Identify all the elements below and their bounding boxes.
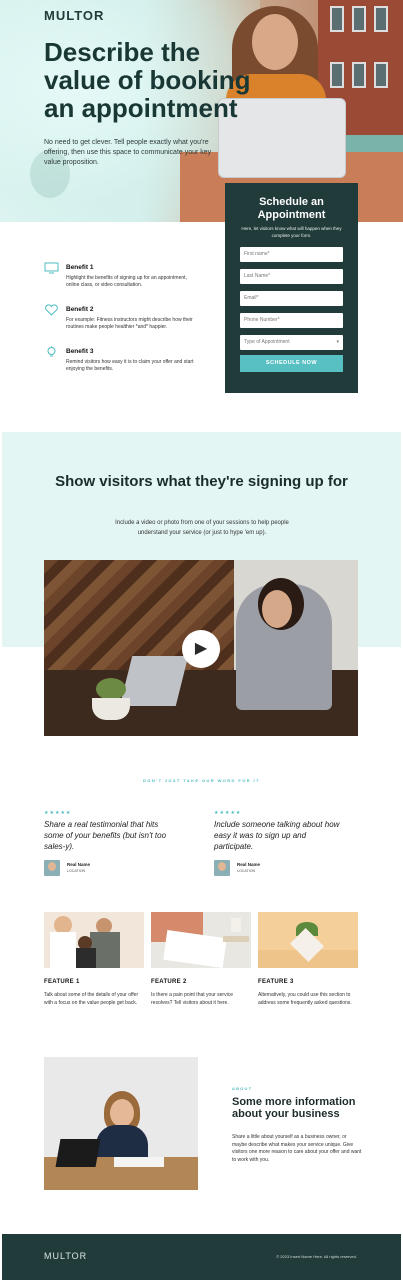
heart-icon bbox=[45, 304, 58, 316]
benefit-title: Benefit 3 bbox=[66, 348, 94, 355]
star-rating: ★★★★★ bbox=[44, 810, 72, 816]
feature-title: FEATURE 2 bbox=[151, 979, 187, 985]
show-title: Show visitors what they're signing up fo… bbox=[55, 473, 348, 490]
benefit-text: For example: Fitness instructors might d… bbox=[66, 317, 193, 330]
benefit-title: Benefit 2 bbox=[66, 306, 94, 313]
landing-page: MULTOR Describe the value of booking an … bbox=[0, 0, 403, 1280]
lightbulb-icon bbox=[47, 346, 56, 357]
chevron-down-icon: ▾ bbox=[336, 339, 339, 345]
footer: MULTOR © 2023 Insert Name Here. All righ… bbox=[2, 1234, 401, 1280]
benefit-text: Remind visitors how easy it is to claim … bbox=[66, 359, 194, 372]
testimonial-quote: Include someone talking about how easy i… bbox=[214, 820, 340, 851]
avatar bbox=[214, 860, 230, 876]
first-name-field[interactable]: First name* bbox=[240, 247, 343, 262]
feature-image bbox=[258, 912, 358, 968]
testimonials-kicker: DON'T JUST TAKE OUR WORD FOR IT bbox=[143, 778, 260, 783]
feature-image bbox=[151, 912, 251, 968]
about-text: Share a little about yourself as a busin… bbox=[232, 1134, 362, 1163]
testimonial-location: Location bbox=[237, 869, 256, 873]
testimonial-quote: Share a real testimonial that hits some … bbox=[44, 820, 167, 851]
avatar bbox=[44, 860, 60, 876]
monitor-icon bbox=[44, 262, 59, 274]
show-subtitle: Include a video or photo from one of you… bbox=[115, 520, 289, 536]
feature-title: FEATURE 1 bbox=[44, 979, 80, 985]
hero-title: Describe the value of booking an appoint… bbox=[44, 37, 251, 123]
testimonial-location: Location bbox=[67, 869, 86, 873]
hero-subtitle: No need to get clever. Tell people exact… bbox=[44, 139, 212, 166]
play-button[interactable]: ▶ bbox=[182, 630, 220, 668]
email-field[interactable]: Email* bbox=[240, 291, 343, 306]
footer-logo[interactable]: MULTOR bbox=[44, 1251, 87, 1261]
feature-title: FEATURE 3 bbox=[258, 979, 294, 985]
feature-text: Is there a pain point that your service … bbox=[151, 992, 233, 1006]
about-kicker: ABOUT bbox=[232, 1086, 253, 1091]
feature-text: Talk about some of the details of your o… bbox=[44, 992, 139, 1006]
about-title: Some more information about your busines… bbox=[232, 1096, 356, 1120]
video-player[interactable]: ▶ bbox=[44, 560, 358, 736]
appointment-form: Schedule an Appointment Here, let visito… bbox=[225, 183, 358, 393]
testimonial-name: Real Name bbox=[237, 862, 261, 867]
feature-text: Alternatively, you could use this sectio… bbox=[258, 992, 352, 1006]
appointment-type-value: Type of Appointment bbox=[244, 339, 290, 345]
footer-copyright: © 2023 Insert Name Here. All rights rese… bbox=[276, 1254, 357, 1259]
schedule-now-button[interactable]: SCHEDULE NOW bbox=[240, 355, 343, 372]
form-description: Here, let visitors know what will happen… bbox=[241, 226, 342, 238]
about-image bbox=[44, 1057, 198, 1190]
phone-field[interactable]: Phone Number* bbox=[240, 313, 343, 328]
star-rating: ★★★★★ bbox=[214, 810, 242, 816]
appointment-type-select[interactable]: Type of Appointment ▾ bbox=[240, 335, 343, 350]
play-icon: ▶ bbox=[194, 640, 208, 657]
benefit-title: Benefit 1 bbox=[66, 264, 94, 271]
brand-logo[interactable]: MULTOR bbox=[44, 8, 104, 23]
feature-image bbox=[44, 912, 144, 968]
testimonial-name: Real Name bbox=[67, 862, 91, 867]
benefit-text: Highlight the benefits of signing up for… bbox=[66, 275, 187, 288]
form-title: Schedule an Appointment bbox=[257, 196, 326, 221]
last-name-field[interactable]: Last Name* bbox=[240, 269, 343, 284]
